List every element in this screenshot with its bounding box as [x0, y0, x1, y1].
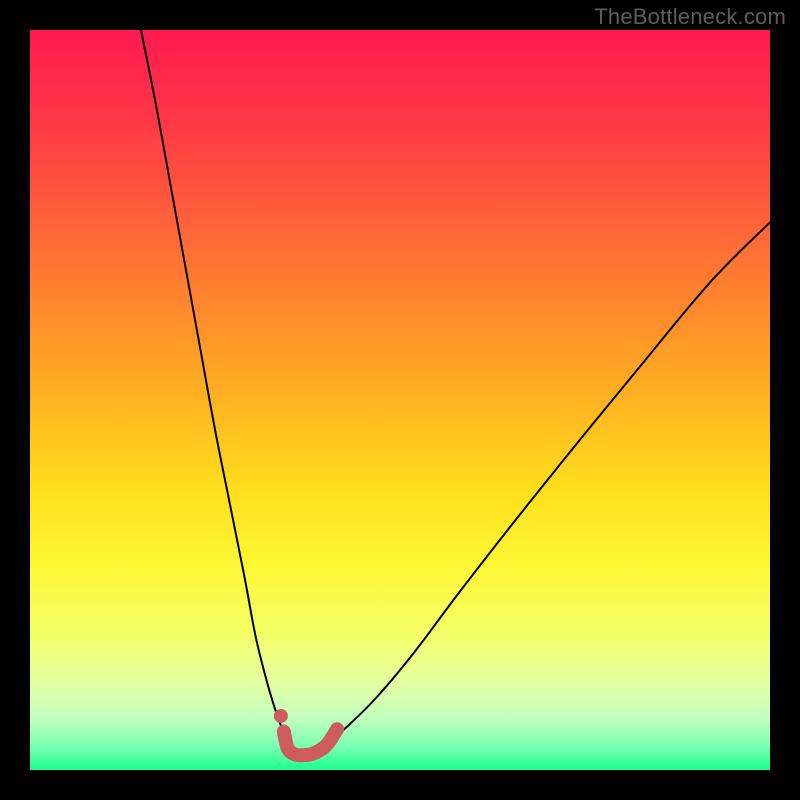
- chart-frame: TheBottleneck.com: [0, 0, 800, 800]
- highlight-segment: [284, 729, 337, 755]
- highlight-dot: [274, 709, 288, 723]
- plot-area: [30, 30, 770, 770]
- watermark-text: TheBottleneck.com: [594, 4, 786, 30]
- highlight-layer: [30, 30, 770, 770]
